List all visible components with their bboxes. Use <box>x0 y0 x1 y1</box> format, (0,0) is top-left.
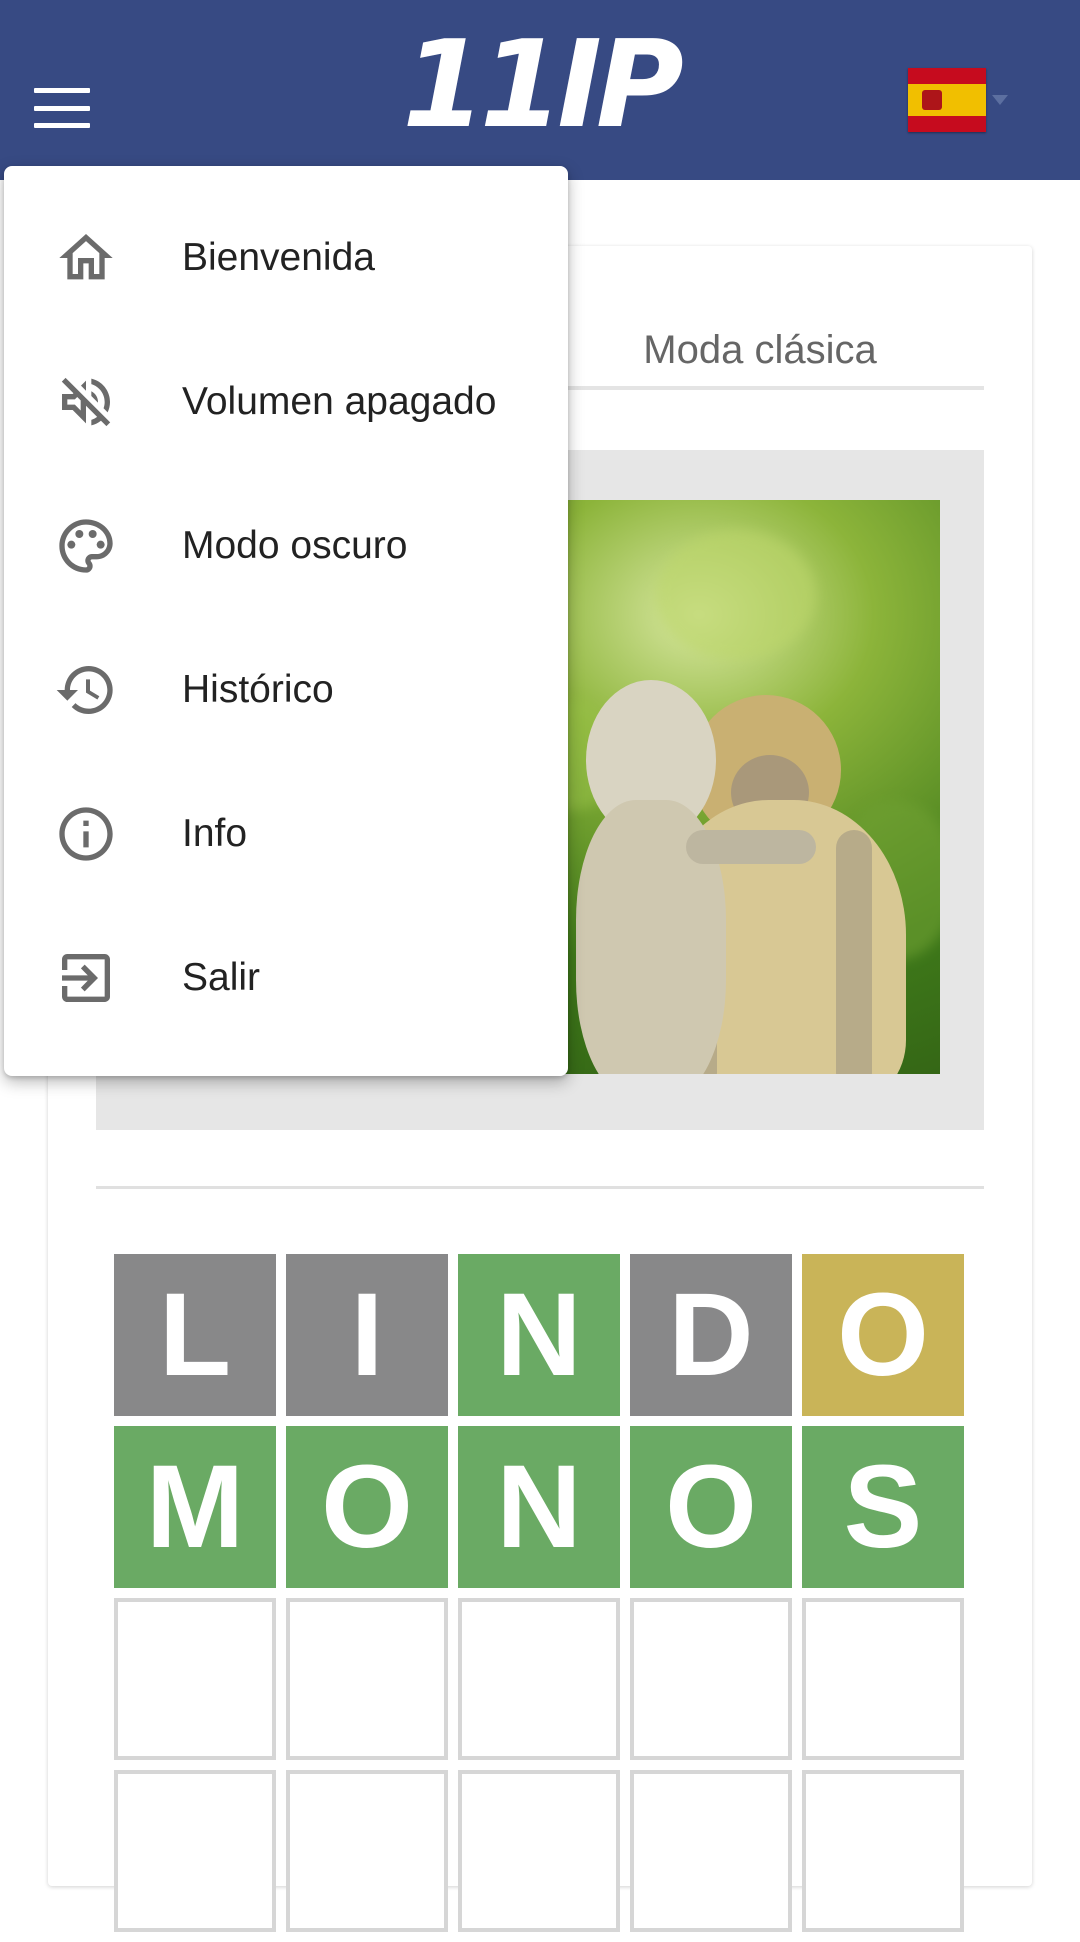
menu-item-info[interactable]: Info <box>4 762 568 906</box>
home-icon <box>59 234 113 280</box>
menu-item-label: Salir <box>182 956 261 999</box>
dropdown-caret-icon <box>992 95 1008 105</box>
menu-item-exit[interactable]: Salir <box>4 906 568 1050</box>
section-divider <box>96 1186 984 1189</box>
letter-tile: I <box>286 1254 448 1416</box>
menu-item-history[interactable]: Histórico <box>4 618 568 762</box>
letter-tile <box>630 1598 792 1760</box>
letter-tile: S <box>802 1426 964 1588</box>
language-selector[interactable] <box>908 68 1008 132</box>
letter-tile <box>286 1770 448 1932</box>
menu-item-label: Info <box>182 812 248 855</box>
guess-row: LINDO <box>114 1254 966 1416</box>
menu-item-label: Histórico <box>182 668 334 711</box>
menu-item-dark-mode[interactable]: Modo oscuro <box>4 474 568 618</box>
letter-tile: O <box>630 1426 792 1588</box>
spain-flag-icon <box>908 68 986 132</box>
letter-tile <box>458 1770 620 1932</box>
letter-tile <box>802 1770 964 1932</box>
menu-item-label: Bienvenida <box>182 236 375 279</box>
palette-icon <box>59 519 113 573</box>
app-logo: 11IP <box>402 16 684 155</box>
menu-item-label: Volumen apagado <box>182 380 497 423</box>
info-icon <box>59 807 113 861</box>
side-menu: Bienvenida Volumen apagado Modo oscuro H… <box>4 166 568 1076</box>
menu-item-label: Modo oscuro <box>182 524 408 567</box>
guess-grid: LINDOMONOS <box>114 1254 966 1942</box>
letter-tile <box>630 1770 792 1932</box>
guess-row: MONOS <box>114 1426 966 1588</box>
letter-tile: M <box>114 1426 276 1588</box>
letter-tile: O <box>802 1254 964 1416</box>
letter-tile <box>458 1598 620 1760</box>
letter-tile <box>114 1770 276 1932</box>
letter-tile: N <box>458 1254 620 1416</box>
letter-tile <box>114 1598 276 1760</box>
volume-off-icon <box>61 377 111 427</box>
letter-tile <box>286 1598 448 1760</box>
letter-tile: D <box>630 1254 792 1416</box>
letter-tile <box>802 1598 964 1760</box>
letter-tile: L <box>114 1254 276 1416</box>
letter-tile: N <box>458 1426 620 1588</box>
letter-tile: O <box>286 1426 448 1588</box>
tab-classic-mode[interactable]: Moda clásica <box>610 314 910 386</box>
guess-row <box>114 1598 966 1760</box>
menu-item-volume[interactable]: Volumen apagado <box>4 330 568 474</box>
history-icon <box>56 666 113 714</box>
exit-icon <box>62 954 110 1002</box>
app-header: 11IP <box>0 0 1080 180</box>
menu-item-welcome[interactable]: Bienvenida <box>4 186 568 330</box>
guess-row <box>114 1770 966 1932</box>
menu-icon[interactable] <box>34 88 90 128</box>
